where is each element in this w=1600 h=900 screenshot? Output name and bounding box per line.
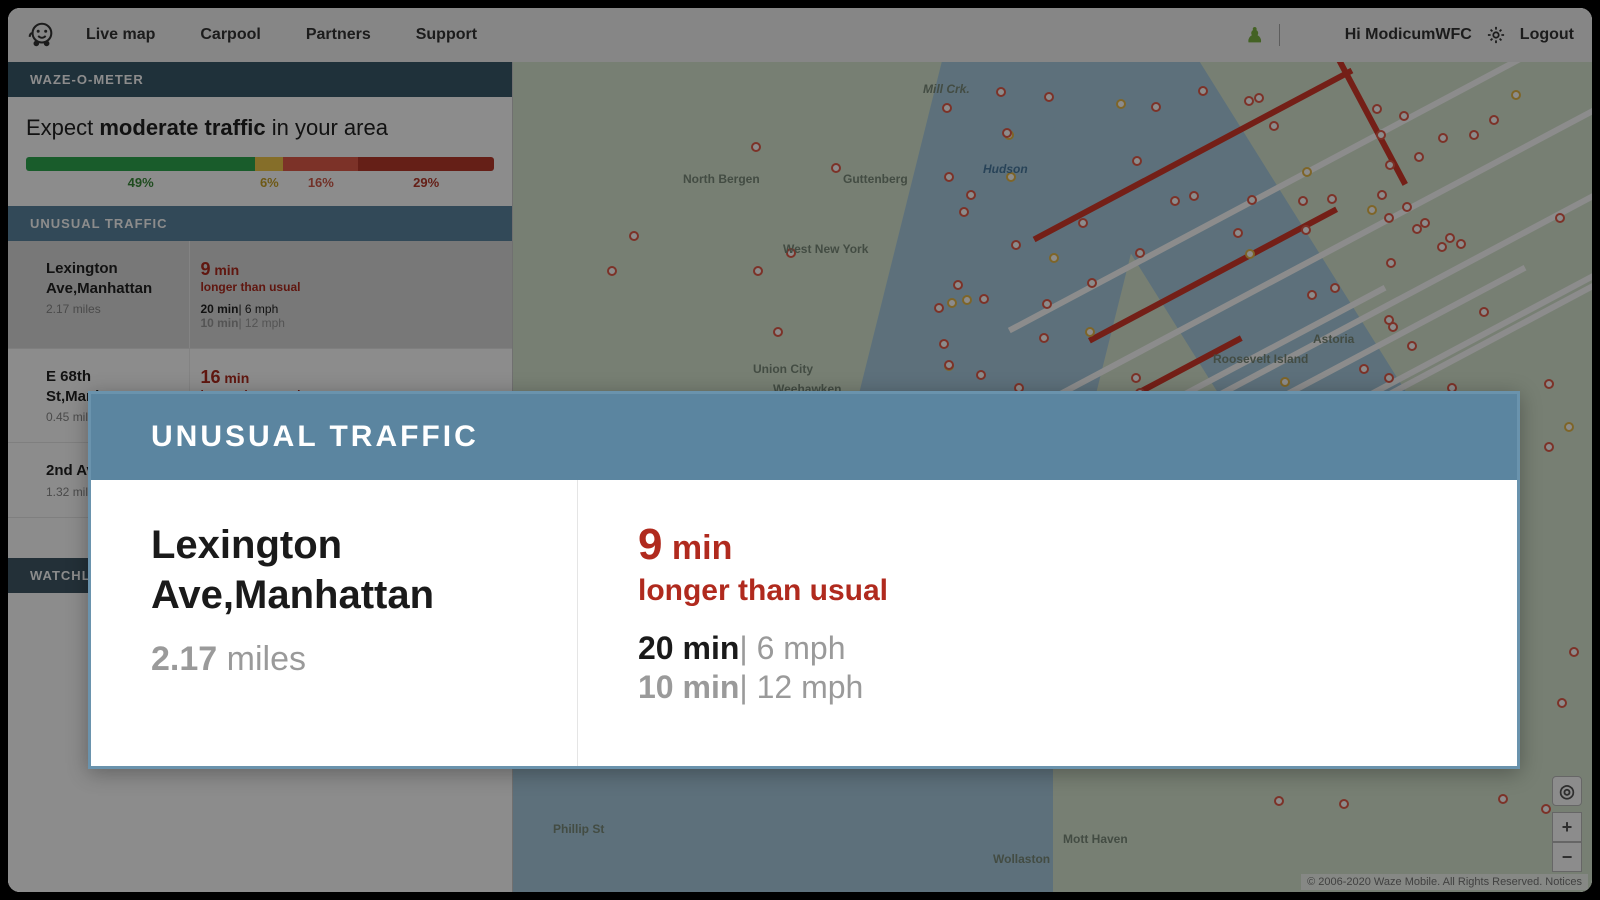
modal-title: UNUSUAL TRAFFIC	[91, 394, 1517, 480]
modal-road-name: Lexington Ave,Manhattan	[151, 520, 517, 620]
modal-distance: 2.17 miles	[151, 640, 517, 679]
modal-current-stat: 20 min| 6 mph	[638, 630, 1457, 667]
modal-delay: 9 min	[638, 520, 1457, 570]
modal-longer-than-usual: longer than usual	[638, 574, 1457, 608]
unusual-traffic-modal: UNUSUAL TRAFFIC Lexington Ave,Manhattan …	[88, 391, 1520, 769]
modal-usual-stat: 10 min| 12 mph	[638, 669, 1457, 706]
